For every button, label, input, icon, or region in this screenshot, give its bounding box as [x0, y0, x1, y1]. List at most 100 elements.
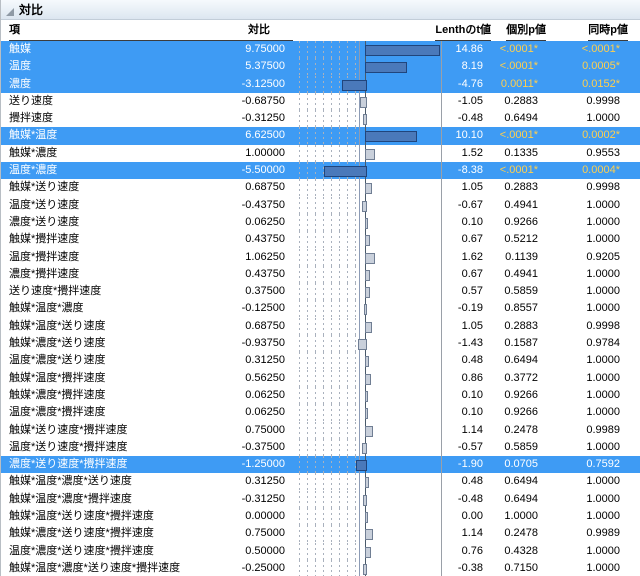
individual-p-value: 0.1587 — [483, 335, 538, 352]
contrast-bar — [324, 166, 367, 177]
contrast-bar-cell — [293, 58, 443, 75]
individual-p-value: 0.6494 — [483, 491, 538, 508]
individual-p-value: 1.0000 — [483, 508, 538, 525]
contrast-value: 0.06250 — [225, 404, 285, 421]
simultaneous-p-value: 0.7592 — [538, 456, 620, 473]
column-header-individual-p-label: 個別p値 — [506, 20, 546, 41]
table-row[interactable]: 温度*送り速度*攪拌速度-0.37500-0.570.58591.0000 — [1, 439, 640, 456]
term-label: 温度*濃度*送り速度 — [1, 352, 225, 369]
lenth-t-value: 0.67 — [443, 266, 483, 283]
table-row[interactable]: 触媒*攪拌速度0.437500.670.52121.0000 — [1, 231, 640, 248]
table-row[interactable]: 温度*濃度*送り速度*攪拌速度0.500000.760.43281.0000 — [1, 543, 640, 560]
table-row[interactable]: 触媒*温度*攪拌速度0.562500.860.37721.0000 — [1, 370, 640, 387]
table-row[interactable]: 触媒*濃度*送り速度*攪拌速度0.750001.140.24780.9989 — [1, 525, 640, 542]
table-row[interactable]: 触媒*送り速度0.687501.050.28830.9998 — [1, 179, 640, 196]
contrast-value: -0.93750 — [225, 335, 285, 352]
table-row[interactable]: 触媒*温度*送り速度0.687501.050.28830.9998 — [1, 318, 640, 335]
simultaneous-p-value: 1.0000 — [538, 370, 620, 387]
column-header-chart-spacer — [301, 20, 451, 41]
table-row[interactable]: 送り速度-0.68750-1.050.28830.9998 — [1, 93, 640, 110]
lenth-t-value: -0.67 — [443, 197, 483, 214]
simultaneous-p-value: 0.0004* — [538, 162, 620, 179]
contrast-bar-cell — [293, 491, 443, 508]
table-row[interactable]: 濃度-3.12500-4.760.0011*0.0152* — [1, 76, 640, 93]
individual-p-value: 0.0011* — [483, 76, 538, 93]
contrast-bar — [365, 131, 417, 142]
simultaneous-p-value: 1.0000 — [538, 266, 620, 283]
simultaneous-p-value: 1.0000 — [538, 352, 620, 369]
individual-p-value: 0.6494 — [483, 352, 538, 369]
table-row[interactable]: 温度5.375008.19<.0001*0.0005* — [1, 58, 640, 75]
contrast-bar-cell — [293, 352, 443, 369]
lenth-t-value: 1.14 — [443, 525, 483, 542]
term-label: 触媒*濃度*送り速度 — [1, 335, 225, 352]
individual-p-value: 0.9266 — [483, 214, 538, 231]
contrast-value: -0.68750 — [225, 93, 285, 110]
column-header-simultaneous-p-label: 同時p値 — [588, 20, 628, 41]
lenth-t-value: -0.38 — [443, 560, 483, 576]
lenth-t-value: -0.48 — [443, 110, 483, 127]
contrast-value: 0.43750 — [225, 266, 285, 283]
table-row[interactable]: 触媒*濃度1.000001.520.13350.9553 — [1, 145, 640, 162]
contrast-bar-cell — [293, 127, 443, 144]
contrast-bar — [365, 477, 369, 488]
panel-titlebar[interactable]: 対比 — [1, 0, 640, 20]
individual-p-value: 0.2883 — [483, 93, 538, 110]
disclosure-triangle-icon[interactable] — [6, 8, 14, 16]
simultaneous-p-value: 1.0000 — [538, 491, 620, 508]
lenth-t-value: 1.14 — [443, 422, 483, 439]
table-row[interactable]: 攪拌速度-0.31250-0.480.64941.0000 — [1, 110, 640, 127]
table-row[interactable]: 触媒*濃度*送り速度-0.93750-1.430.15870.9784 — [1, 335, 640, 352]
simultaneous-p-value: 1.0000 — [538, 439, 620, 456]
term-label: 濃度*送り速度 — [1, 214, 225, 231]
table-row[interactable]: 触媒*濃度*攪拌速度0.062500.100.92661.0000 — [1, 387, 640, 404]
table-row[interactable]: 触媒*温度*送り速度*攪拌速度0.000000.001.00001.0000 — [1, 508, 640, 525]
table-row[interactable]: 濃度*送り速度*攪拌速度-1.25000-1.900.07050.7592 — [1, 456, 640, 473]
table-row[interactable]: 触媒*温度6.6250010.10<.0001*0.0002* — [1, 127, 640, 144]
table-row[interactable]: 温度*濃度*送り速度0.312500.480.64941.0000 — [1, 352, 640, 369]
contrast-bar-cell — [293, 197, 443, 214]
lenth-t-value: 0.10 — [443, 404, 483, 421]
table-row[interactable]: 触媒*温度*濃度*攪拌速度-0.31250-0.480.64941.0000 — [1, 491, 640, 508]
contrast-report-panel: 対比 項 対比 Lenthのt値 個別p値 同時p値 触媒9.7500014.8… — [0, 0, 640, 576]
contrast-value: -0.12500 — [225, 300, 285, 317]
table-row[interactable]: 温度*送り速度-0.43750-0.670.49411.0000 — [1, 197, 640, 214]
table-row[interactable]: 温度*攪拌速度1.062501.620.11390.9205 — [1, 249, 640, 266]
individual-p-value: <.0001* — [483, 162, 538, 179]
table-row[interactable]: 触媒*送り速度*攪拌速度0.750001.140.24780.9989 — [1, 422, 640, 439]
simultaneous-p-value: 0.9989 — [538, 525, 620, 542]
contrast-bar-cell — [293, 76, 443, 93]
simultaneous-p-value: 0.9998 — [538, 179, 620, 196]
simultaneous-p-value: 0.9784 — [538, 335, 620, 352]
table-row[interactable]: 送り速度*攪拌速度0.375000.570.58591.0000 — [1, 283, 640, 300]
term-label: 触媒*送り速度*攪拌速度 — [1, 422, 225, 439]
table-row[interactable]: 触媒9.7500014.86<.0001*<.0001* — [1, 41, 640, 58]
individual-p-value: 0.2478 — [483, 525, 538, 542]
simultaneous-p-value: 0.0002* — [538, 127, 620, 144]
individual-p-value: 0.4328 — [483, 543, 538, 560]
contrast-bar — [360, 97, 367, 108]
table-row[interactable]: 濃度*攪拌速度0.437500.670.49411.0000 — [1, 266, 640, 283]
table-row[interactable]: 濃度*送り速度0.062500.100.92661.0000 — [1, 214, 640, 231]
contrast-value: -3.12500 — [225, 76, 285, 93]
table-row[interactable]: 温度*濃度*攪拌速度0.062500.100.92661.0000 — [1, 404, 640, 421]
table-row[interactable]: 触媒*温度*濃度*送り速度0.312500.480.64941.0000 — [1, 473, 640, 490]
contrast-value: -0.37500 — [225, 439, 285, 456]
simultaneous-p-value: 1.0000 — [538, 231, 620, 248]
contrast-bar-cell — [293, 422, 443, 439]
column-header-simultaneous-p: 同時p値 — [546, 20, 628, 41]
individual-p-value: 0.3772 — [483, 370, 538, 387]
contrast-value: 0.31250 — [225, 352, 285, 369]
contrast-bar-cell — [293, 41, 443, 58]
contrast-bar-cell — [293, 456, 443, 473]
contrast-bar-cell — [293, 300, 443, 317]
individual-p-value: 0.0705 — [483, 456, 538, 473]
term-label: 触媒*温度*送り速度 — [1, 318, 225, 335]
table-row[interactable]: 温度*濃度-5.50000-8.38<.0001*0.0004* — [1, 162, 640, 179]
contrast-value: 0.56250 — [225, 370, 285, 387]
table-row[interactable]: 触媒*温度*濃度-0.12500-0.190.85571.0000 — [1, 300, 640, 317]
contrast-bar — [365, 408, 368, 419]
table-row[interactable]: 触媒*温度*濃度*送り速度*攪拌速度-0.25000-0.380.71501.0… — [1, 560, 640, 576]
column-header-individual-p: 個別p値 — [491, 20, 546, 41]
term-label: 触媒*温度 — [1, 127, 225, 144]
